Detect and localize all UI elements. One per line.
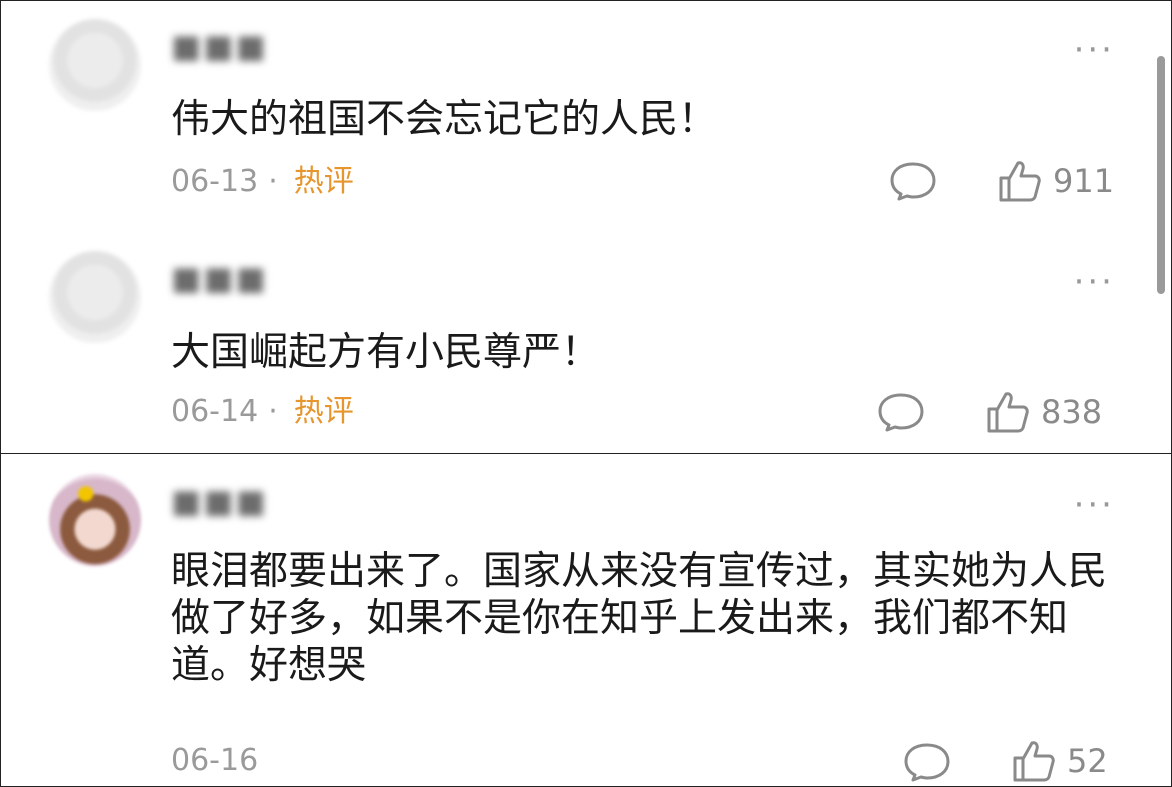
comment-panel-bottom: ● ■■■ ··· 眼泪都要出来了。国家从来没有宣传过，其实她为人民做了好多，如… (0, 453, 1172, 787)
comment-bubble-icon[interactable] (889, 161, 937, 201)
separator-dot: · (268, 164, 278, 199)
comment-date: 06-14 (171, 394, 259, 429)
username-blurred[interactable]: ■■■ (171, 27, 268, 65)
more-dots-icon[interactable]: ··· (1074, 488, 1115, 522)
comment-date: 06-13 (171, 164, 259, 199)
comment-item: ■■■ ··· 大国崛起方有小民尊严！ 06-14 · 热评 838 (1, 229, 1171, 454)
comment-panel-top: ■■■ ··· 伟大的祖国不会忘记它的人民！ 06-13 · 热评 911 ■■■ … (0, 0, 1172, 455)
hot-comment-badge: 热评 (293, 394, 354, 429)
comment-item: ● ■■■ ··· 眼泪都要出来了。国家从来没有宣传过，其实她为人民做了好多，如… (1, 454, 1171, 786)
like-button[interactable]: 911 (997, 158, 1114, 204)
thumbs-up-icon (1013, 741, 1055, 782)
more-dots-icon[interactable]: ··· (1074, 265, 1115, 299)
comment-item: ■■■ ··· 伟大的祖国不会忘记它的人民！ 06-13 · 热评 911 (1, 1, 1171, 229)
like-count: 838 (1041, 393, 1103, 431)
more-dots-icon[interactable]: ··· (1074, 33, 1115, 67)
comment-text: 大国崛起方有小民尊严！ (171, 330, 601, 375)
comment-bubble-icon[interactable] (903, 742, 951, 782)
thumbs-up-icon (999, 161, 1041, 202)
comment-date: 06-16 (171, 743, 259, 778)
avatar[interactable] (49, 19, 141, 111)
chick-icon: ● (77, 480, 95, 504)
like-button[interactable]: 52 (1011, 738, 1108, 784)
comment-text: 伟大的祖国不会忘记它的人民！ (171, 97, 718, 142)
hot-comment-badge: 热评 (293, 164, 354, 199)
like-button[interactable]: 838 (985, 389, 1102, 435)
comment-meta: 06-14 · 热评 (171, 397, 354, 427)
avatar[interactable] (49, 251, 141, 343)
username-blurred[interactable]: ■■■ (171, 482, 268, 520)
comment-text: 眼泪都要出来了。国家从来没有宣传过，其实她为人民做了好多，如果不是你在知乎上发出… (171, 549, 1108, 688)
like-count: 911 (1053, 162, 1115, 200)
comment-bubble-icon[interactable] (877, 392, 925, 432)
comment-meta: 06-16 (171, 746, 258, 776)
like-count: 52 (1067, 742, 1108, 780)
thumbs-up-icon (987, 392, 1029, 433)
username-blurred[interactable]: ■■■ (171, 259, 268, 297)
avatar[interactable]: ● (49, 474, 141, 566)
separator-dot: · (268, 394, 278, 429)
comment-meta: 06-13 · 热评 (171, 167, 354, 197)
